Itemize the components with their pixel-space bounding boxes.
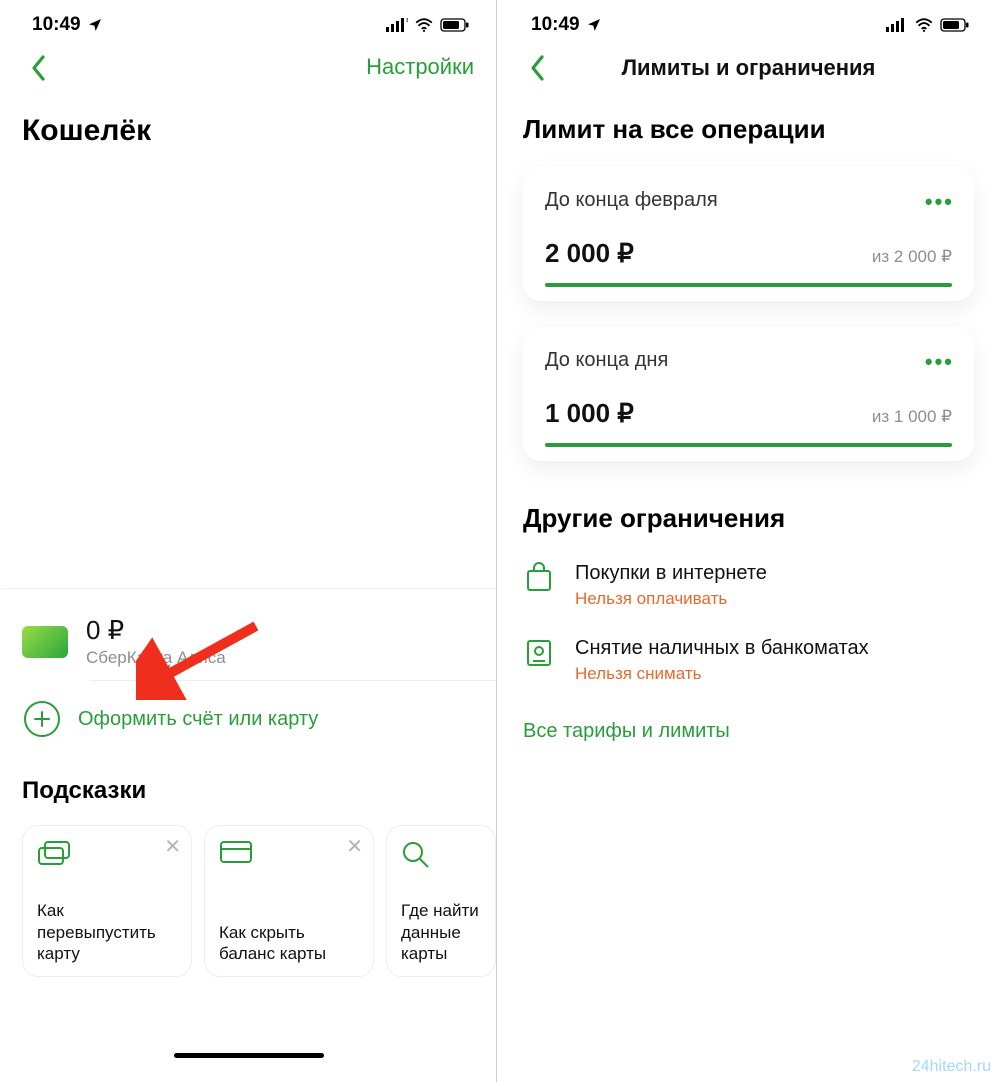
nav-bar: Настройки	[2, 40, 496, 96]
nav-bar: Лимиты и ограничения	[501, 40, 996, 96]
section-title-restrictions: Другие ограничения	[501, 467, 996, 542]
wifi-icon	[414, 18, 434, 32]
add-account-label: Оформить счёт или карту	[78, 708, 318, 731]
location-icon	[87, 17, 103, 33]
limit-card-month[interactable]: До конца февраля ••• 2 000 ₽ из 2 000 ₽	[523, 167, 974, 301]
card-icon	[22, 626, 68, 658]
limit-of: из 2 000 ₽	[872, 247, 952, 267]
card-balance: 0 ₽	[86, 615, 226, 646]
tip-text: Как скрыть баланс карты	[219, 922, 359, 965]
limit-label: До конца дня	[545, 349, 952, 372]
restriction-title: Снятие наличных в банкоматах	[575, 637, 869, 660]
atm-icon	[523, 637, 557, 671]
search-icon	[401, 840, 481, 875]
cards-stack-icon	[37, 840, 177, 873]
more-icon[interactable]: •••	[925, 349, 954, 375]
limit-progress-bar	[545, 283, 952, 287]
add-account-button[interactable]: Оформить счёт или карту	[2, 681, 496, 759]
status-bar: 10:49 !	[2, 0, 496, 40]
limit-amount: 2 000 ₽	[545, 238, 634, 269]
wallet-card-row[interactable]: 0 ₽ СберКарта Алиса	[2, 589, 496, 680]
battery-icon	[440, 18, 470, 32]
watermark: 24hitech.ru	[912, 1058, 991, 1076]
restriction-title: Покупки в интернете	[575, 562, 767, 585]
tip-card[interactable]: Где найти данные карты	[386, 825, 496, 977]
tip-card[interactable]: ✕ Как скрыть баланс карты	[204, 825, 374, 977]
restriction-list: Покупки в интернете Нельзя оплачивать Сн…	[501, 542, 996, 702]
more-icon[interactable]: •••	[925, 189, 954, 215]
tips-title: Подсказки	[2, 759, 496, 811]
screen-limits: 10:49 Лимиты и ограничения Лимит на все …	[501, 0, 996, 1082]
status-time: 10:49	[32, 14, 81, 36]
limit-card-day[interactable]: До конца дня ••• 1 000 ₽ из 1 000 ₽	[523, 327, 974, 461]
screen-wallet: 10:49 ! Настройки Кошелёк 0 ₽ СберКарта …	[2, 0, 497, 1082]
svg-text:!: !	[406, 18, 408, 24]
chevron-left-icon	[529, 54, 545, 82]
close-icon[interactable]: ✕	[164, 834, 181, 859]
tip-text: Где найти данные карты	[401, 900, 481, 964]
close-icon[interactable]: ✕	[346, 834, 363, 859]
page-title: Кошелёк	[2, 96, 496, 148]
location-icon	[586, 17, 602, 33]
cellular-icon	[886, 18, 908, 32]
restriction-internet[interactable]: Покупки в интернете Нельзя оплачивать	[523, 548, 974, 623]
limit-of: из 1 000 ₽	[872, 407, 952, 427]
section-title-limits: Лимит на все операции	[501, 96, 996, 153]
tip-card[interactable]: ✕ Как перевыпустить карту	[22, 825, 192, 977]
back-button[interactable]	[519, 50, 555, 86]
restriction-sub: Нельзя оплачивать	[575, 589, 767, 609]
status-time: 10:49	[531, 14, 580, 36]
wifi-icon	[914, 18, 934, 32]
battery-icon	[940, 18, 970, 32]
shopping-bag-icon	[523, 562, 557, 596]
all-tariffs-link[interactable]: Все тарифы и лимиты	[501, 702, 996, 761]
tips-carousel[interactable]: ✕ Как перевыпустить карту ✕ Как скрыть б…	[2, 811, 496, 977]
limit-amount: 1 000 ₽	[545, 398, 634, 429]
card-icon	[219, 840, 359, 869]
back-button[interactable]	[20, 50, 56, 86]
tip-text: Как перевыпустить карту	[37, 900, 177, 964]
nav-title: Лимиты и ограничения	[501, 55, 996, 81]
status-bar: 10:49	[501, 0, 996, 40]
limit-progress-bar	[545, 443, 952, 447]
cellular-icon: !	[386, 18, 408, 32]
nav-settings-link[interactable]: Настройки	[366, 54, 474, 80]
plus-icon	[24, 701, 60, 737]
restriction-atm[interactable]: Снятие наличных в банкоматах Нельзя сним…	[523, 623, 974, 698]
restriction-sub: Нельзя снимать	[575, 664, 869, 684]
wallet-empty-area	[2, 148, 496, 588]
chevron-left-icon	[30, 54, 46, 82]
card-name: СберКарта Алиса	[86, 648, 226, 668]
home-indicator[interactable]	[174, 1053, 324, 1058]
limit-label: До конца февраля	[545, 189, 952, 212]
